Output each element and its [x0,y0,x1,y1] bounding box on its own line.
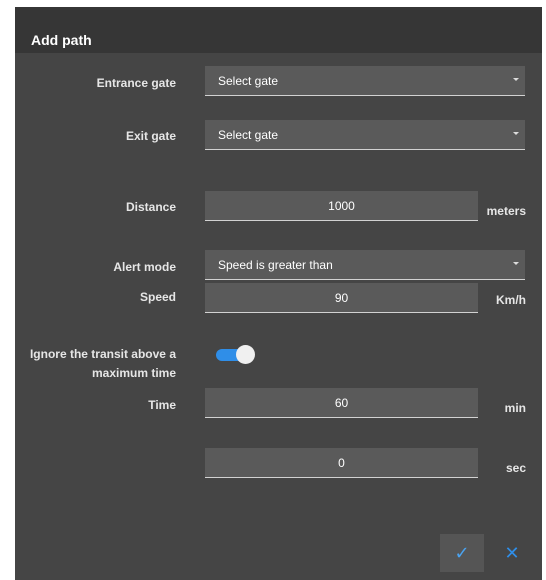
chevron-down-icon [513,78,519,81]
time-minutes-input[interactable]: 60 [205,388,478,418]
confirm-button[interactable]: ✓ [440,534,484,572]
time-seconds-value: 0 [338,456,345,470]
time-minutes-unit: min [504,401,526,415]
chevron-down-icon [513,262,519,265]
entrance-gate-label: Entrance gate [96,76,176,90]
add-path-dialog: Add path Entrance gate Select gate Exit … [15,7,542,580]
distance-label: Distance [125,200,176,214]
cancel-button[interactable]: ✕ [495,534,529,572]
ignore-transit-label: Ignore the transit above a maximum time [0,347,176,380]
exit-gate-value: Select gate [218,128,279,142]
chevron-down-icon [513,132,519,135]
time-seconds-unit: sec [505,461,526,475]
exit-gate-label: Exit gate [125,129,176,143]
speed-unit: Km/h [496,293,526,307]
speed-input[interactable]: 90 [205,283,478,313]
ignore-transit-label-line2: maximum time [91,366,176,380]
distance-input[interactable]: 1000 [205,191,478,221]
entrance-gate-select[interactable]: Select gate [205,66,525,96]
ignore-transit-label-line1: Ignore the transit above a [29,347,176,361]
ignore-transit-toggle[interactable] [216,344,255,364]
close-icon: ✕ [504,542,520,563]
alert-mode-value: Speed is greater than [218,258,333,272]
distance-value: 1000 [328,199,355,213]
toggle-knob [236,345,255,364]
check-icon: ✓ [454,542,470,563]
exit-gate-select[interactable]: Select gate [205,120,525,150]
entrance-gate-value: Select gate [218,74,279,88]
alert-mode-select[interactable]: Speed is greater than [205,250,525,280]
time-minutes-value: 60 [334,396,349,410]
speed-label: Speed [139,290,176,304]
distance-unit: meters [486,204,526,218]
alert-mode-label: Alert mode [113,260,176,274]
dialog-title: Add path [31,32,92,48]
time-label: Time [148,398,176,412]
dialog-title-bar: Add path [15,7,542,53]
time-seconds-input[interactable]: 0 [205,448,478,478]
speed-value: 90 [334,291,349,305]
